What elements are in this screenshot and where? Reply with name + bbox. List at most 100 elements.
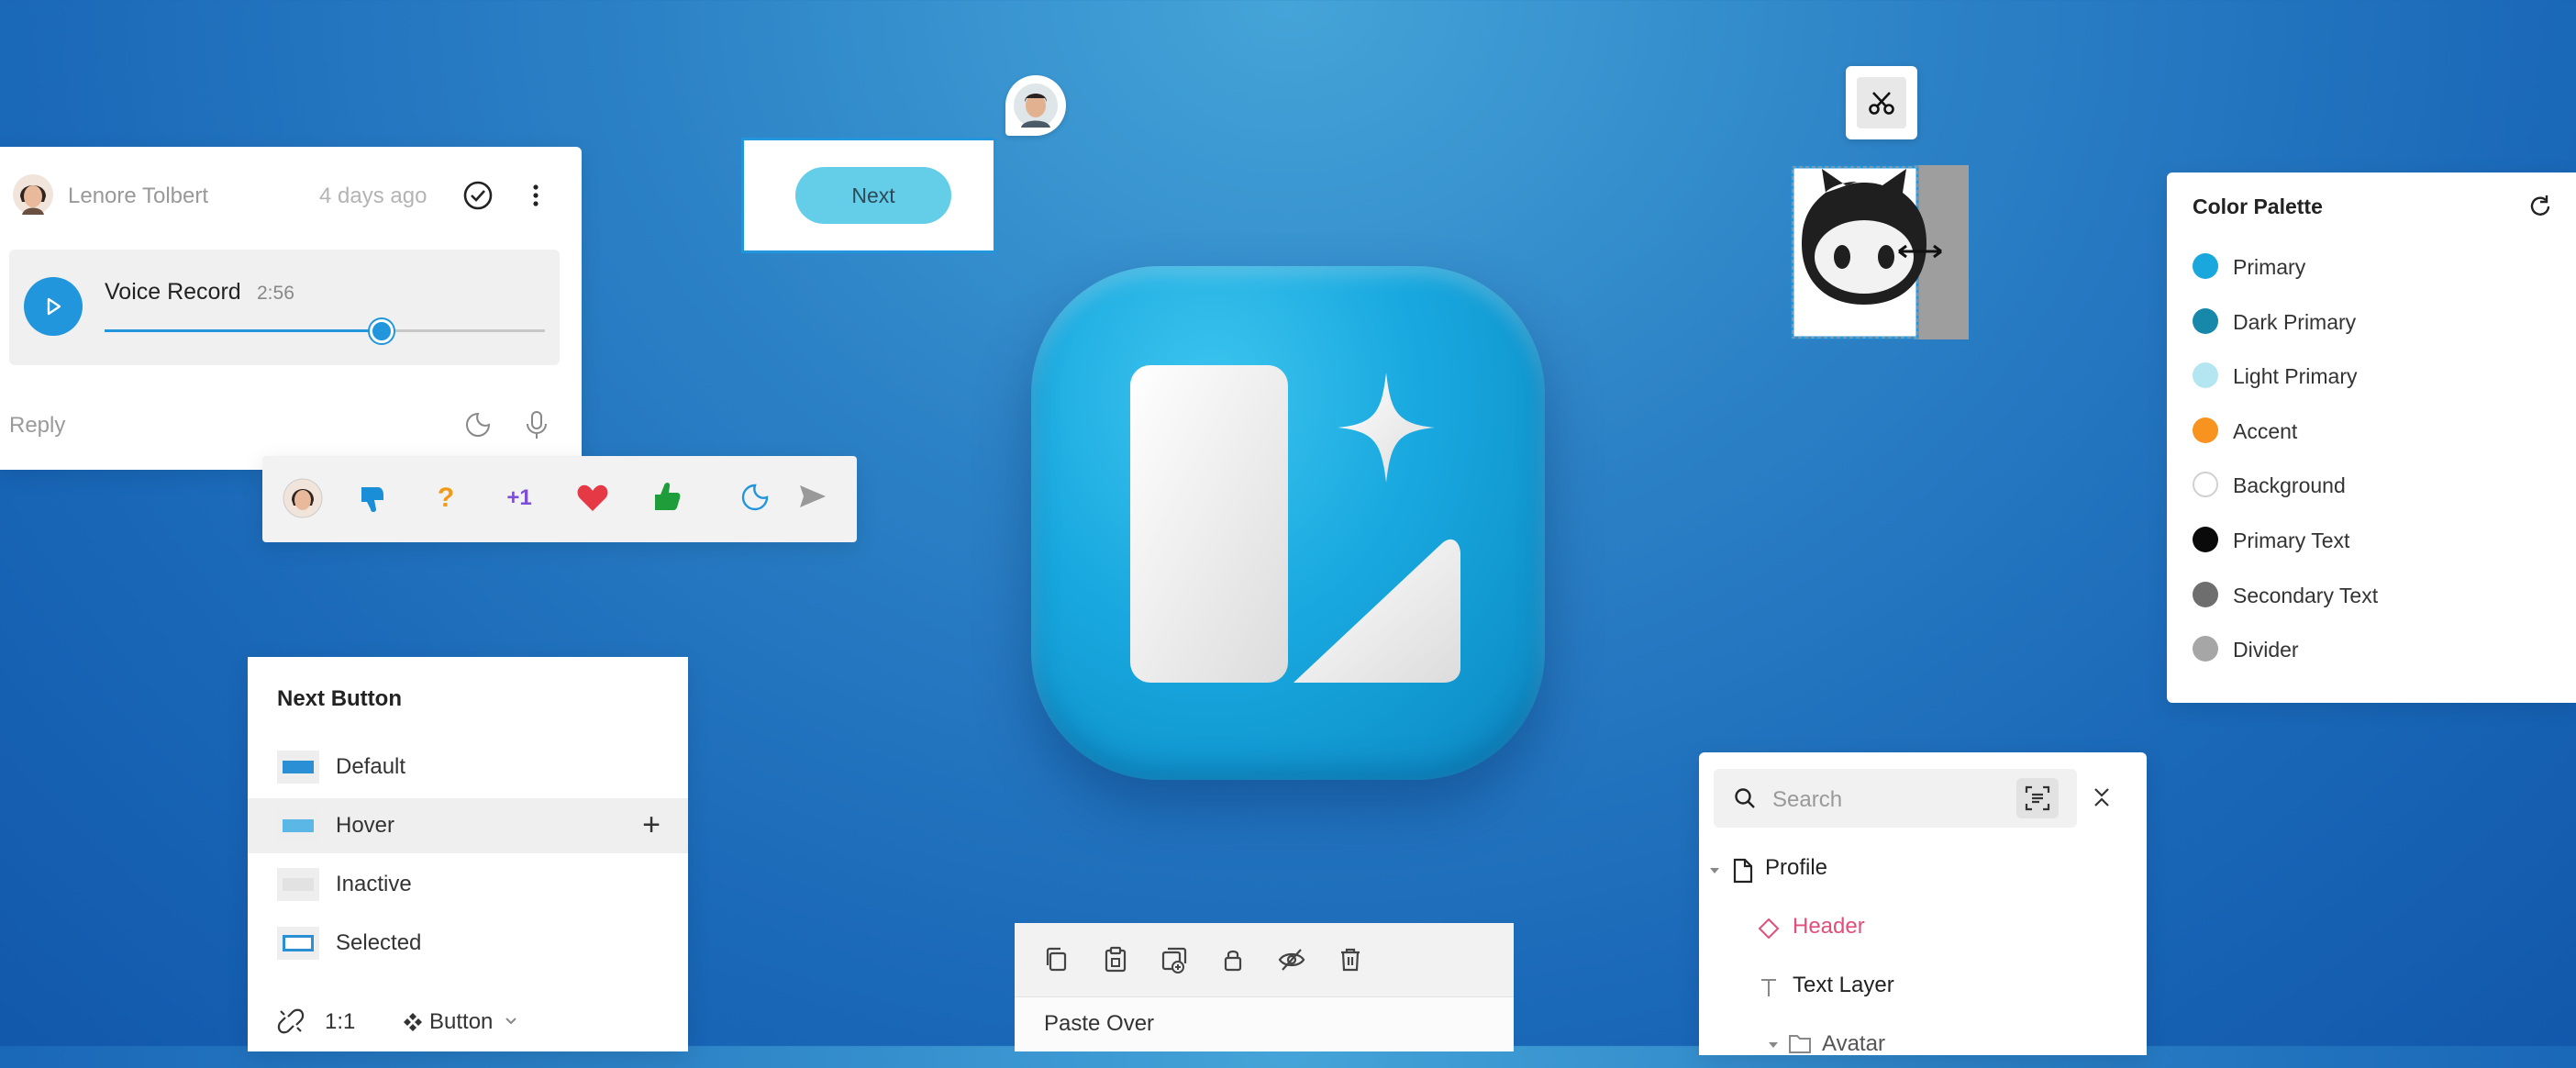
octocat-crop-preview[interactable] [1791, 165, 1974, 339]
toolbar-icons [1015, 923, 1514, 997]
reply-input[interactable]: Reply [9, 413, 65, 439]
layer-text[interactable]: Text Layer [1793, 973, 1894, 1009]
palette-title: Color Palette [2193, 195, 2323, 218]
scan-text-icon [2025, 785, 2050, 811]
state-label: Selected [336, 930, 422, 955]
refresh-icon[interactable] [2526, 193, 2554, 220]
aspect-ratio[interactable]: 1:1 [325, 1009, 355, 1035]
paste-icon[interactable] [1101, 945, 1130, 974]
color-palette-panel: Color Palette Primary Dark Primary Light P… [2167, 172, 2576, 703]
sticker-icon[interactable] [464, 411, 492, 439]
state-row-default[interactable]: Default [248, 740, 688, 795]
layer-avatar[interactable]: Avatar [1822, 1031, 1885, 1068]
voice-title: Voice Record [105, 279, 241, 305]
state-label: Default [336, 754, 406, 779]
man-avatar-icon [1014, 83, 1058, 128]
layer-profile[interactable]: Profile [1765, 855, 1827, 892]
color-swatch[interactable] [2193, 307, 2218, 334]
detach-link-icon[interactable] [277, 1007, 305, 1035]
layers-panel: Search Profile Header Text Layer Avatar [1699, 752, 2147, 1056]
search-input[interactable]: Search [1714, 769, 2077, 828]
heart-icon[interactable] [574, 480, 611, 517]
more-vertical-icon[interactable] [527, 182, 545, 209]
next-button[interactable]: Next [795, 167, 951, 224]
color-swatch[interactable] [2193, 581, 2218, 607]
color-label: Primary [2233, 255, 2306, 279]
duplicate-icon[interactable] [1160, 945, 1189, 974]
collapse-icon[interactable] [2088, 784, 2115, 811]
play-button[interactable] [24, 277, 83, 336]
color-label: Accent [2233, 418, 2298, 443]
lock-icon[interactable] [1218, 945, 1248, 974]
state-swatch [277, 868, 319, 901]
search-icon [1735, 788, 1755, 808]
palette-color-row[interactable]: Light Primary [2193, 357, 2559, 394]
color-swatch[interactable] [2193, 527, 2218, 552]
palette-color-row[interactable]: Dark Primary [2193, 303, 2559, 339]
copy-icon[interactable] [1042, 945, 1071, 974]
color-swatch[interactable] [2193, 472, 2218, 498]
state-label: Hover [336, 813, 395, 838]
voice-message-card: Lenore Tolbert 4 days ago Voice Record 2… [0, 147, 582, 470]
scissors-icon [1869, 92, 1894, 115]
voice-record-player: Voice Record 2:56 [9, 250, 560, 365]
state-row-selected[interactable]: Selected [248, 916, 688, 971]
user-name: Lenore Tolbert [68, 184, 208, 208]
component-icon [404, 1013, 422, 1031]
cut-tool[interactable] [1846, 66, 1917, 139]
message-time: 4 days ago [319, 184, 427, 208]
component-states-panel: Next Button Default Hover + Inactive Sel… [248, 657, 688, 1051]
paste-over-item[interactable]: Paste Over [1044, 1011, 1154, 1037]
folder-icon [1789, 1035, 1811, 1053]
thumbs-up-icon[interactable] [648, 478, 684, 515]
thumbs-down-icon[interactable] [354, 480, 391, 517]
voice-progress-fill [105, 329, 383, 332]
palette-color-row[interactable]: Secondary Text [2193, 576, 2559, 613]
color-swatch[interactable] [2193, 417, 2218, 443]
state-row-inactive[interactable]: Inactive [248, 857, 688, 912]
chevron-down-icon[interactable] [505, 1017, 517, 1026]
sticker-reaction-icon[interactable] [739, 482, 771, 513]
component-instance-icon [1758, 918, 1780, 940]
palette-color-row[interactable]: Divider [2193, 630, 2559, 667]
question-reaction[interactable]: ? [426, 478, 466, 518]
search-placeholder: Search [1772, 787, 1843, 812]
component-name[interactable]: Button [429, 1009, 493, 1035]
voice-progress-knob[interactable] [370, 319, 394, 343]
caret-down-icon[interactable] [1708, 864, 1721, 877]
state-swatch [277, 809, 319, 842]
reaction-avatar[interactable] [283, 478, 323, 518]
collaborator-avatar[interactable] [1005, 75, 1066, 136]
microphone-icon[interactable] [523, 409, 550, 440]
add-state-button[interactable]: + [642, 807, 661, 843]
palette-color-row[interactable]: Background [2193, 466, 2559, 503]
state-label: Inactive [336, 872, 412, 896]
layer-header[interactable]: Header [1793, 914, 1865, 951]
scan-button[interactable] [2016, 778, 2059, 818]
github-icon [1791, 165, 1969, 339]
app-logo-icon [1031, 266, 1545, 780]
user-avatar[interactable] [13, 174, 53, 215]
caret-down-icon[interactable] [1767, 1039, 1780, 1051]
delete-icon[interactable] [1336, 945, 1365, 974]
color-swatch[interactable] [2193, 636, 2218, 662]
palette-color-row[interactable]: Primary Text [2193, 521, 2559, 558]
state-row-hover[interactable]: Hover + [248, 798, 688, 853]
play-icon [47, 297, 61, 316]
context-toolbar: Paste Over [1015, 923, 1514, 1051]
state-swatch [277, 927, 319, 960]
send-icon[interactable] [796, 480, 829, 513]
logo-shapes [1130, 365, 1460, 683]
palette-color-row[interactable]: Accent [2193, 412, 2559, 449]
palette-color-row[interactable]: Primary [2193, 248, 2559, 284]
check-circle-icon[interactable] [462, 180, 494, 211]
component-footer: 1:1 Button [277, 1002, 681, 1039]
state-swatch [277, 751, 319, 784]
color-swatch[interactable] [2193, 362, 2218, 389]
color-label: Divider [2233, 638, 2299, 662]
color-swatch[interactable] [2193, 253, 2218, 279]
plus-one-reaction[interactable]: +1 [499, 478, 539, 518]
color-label: Light Primary [2233, 364, 2358, 389]
voice-progress-track[interactable] [105, 319, 545, 343]
hide-icon[interactable] [1277, 945, 1306, 974]
